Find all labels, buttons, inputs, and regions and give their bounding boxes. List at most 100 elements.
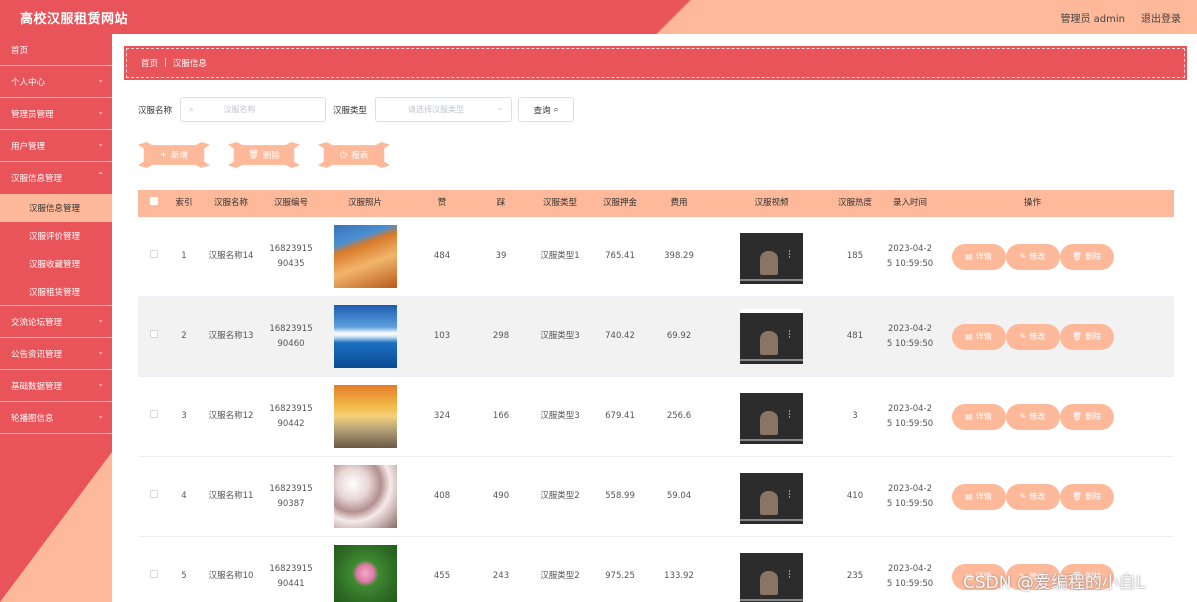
hanfu-photo [333, 385, 397, 448]
hanfu-photo [333, 465, 397, 528]
clock-icon: ◷ [339, 150, 348, 160]
sidebar-subitem-hanfu-rental[interactable]: 汉服租赁管理 [0, 278, 112, 306]
name-search-input[interactable]: ⌕ 汉服名称 [180, 97, 327, 122]
sidebar-subitem-hanfu-info[interactable]: 汉服信息管理 [0, 194, 112, 222]
pencil-icon: ✎ [1019, 412, 1027, 421]
edit-button[interactable]: ✎ 修改 [1007, 245, 1058, 268]
hanfu-video[interactable]: · · · [740, 229, 803, 284]
chevron-down-icon: ⌄ [97, 379, 104, 388]
plus-icon: + [159, 150, 168, 160]
col-time: 录入时间 [892, 198, 927, 208]
report-button[interactable]: ◷ 报表 [318, 142, 390, 168]
delete-button[interactable]: 🗑︎ 删除 [1061, 485, 1112, 508]
col-likes: 赞 [437, 198, 447, 208]
sidebar-item-admin[interactable]: 管理员管理 ⌄ [0, 98, 112, 130]
sidebar-item-news[interactable]: 公告资讯管理 ⌄ [0, 338, 112, 370]
delete-button[interactable]: 🗑︎ 删除 [1061, 405, 1112, 428]
document-icon: ▤ [965, 332, 973, 341]
col-name: 汉服名称 [213, 198, 248, 208]
col-type: 汉服类型 [542, 198, 577, 208]
detail-button[interactable]: ▤ 详情 [953, 485, 1004, 508]
row-checkbox[interactable] [150, 570, 158, 578]
trash-icon: 🗑︎ [1071, 252, 1083, 261]
chevron-down-icon: ⌄ [496, 103, 504, 112]
delete-button[interactable]: 🗑︎ 删除 [1061, 325, 1112, 348]
col-deposit: 汉服押金 [602, 198, 637, 208]
chevron-down-icon: ⌄ [97, 107, 104, 116]
sidebar: 首页 个人中心 ⌄ 管理员管理 ⌄ 用户管理 ⌄ 汉服信息管理 ⌃ 汉服信息管理 汉服评… [0, 34, 112, 602]
row-checkbox[interactable] [150, 250, 158, 258]
document-icon: ▤ [965, 412, 973, 421]
more-vertical-icon: · · · [788, 567, 791, 583]
col-heat: 汉服热度 [837, 198, 872, 208]
sidebar-item-users[interactable]: 用户管理 ⌄ [0, 130, 112, 162]
detail-button[interactable]: ▤ 详情 [953, 325, 1004, 348]
edit-button[interactable]: ✎ 修改 [1007, 485, 1058, 508]
detail-button[interactable]: ▤ 详情 [953, 405, 1004, 428]
pencil-icon: ✎ [1019, 492, 1027, 501]
edit-button[interactable]: ✎ 修改 [1007, 325, 1058, 348]
pencil-icon: ✎ [1019, 252, 1027, 261]
col-photo: 汉服照片 [347, 198, 382, 208]
more-vertical-icon: · · · [788, 327, 791, 343]
hanfu-photo [333, 225, 397, 288]
table-header: 索引 汉服名称 汉服编号 汉服照片 赞 踩 汉服类型 汉服押金 费用 汉服视频 … [138, 190, 1174, 217]
trash-icon: 🗑︎ [1071, 412, 1083, 421]
breadcrumb-home[interactable]: 首页 [141, 57, 158, 69]
sidebar-item-forum[interactable]: 交流论坛管理 ⌄ [0, 306, 112, 338]
sidebar-item-basedata[interactable]: 基础数据管理 ⌄ [0, 370, 112, 402]
document-icon: ▤ [965, 492, 973, 501]
table-row: 1 汉服名称14 16823915 90435 484 39 汉服类型1 765.… [138, 217, 1174, 297]
sidebar-item-hanfu[interactable]: 汉服信息管理 ⌃ [0, 162, 112, 194]
site-title: 高校汉服租赁网站 [20, 12, 129, 27]
row-checkbox[interactable] [150, 330, 158, 338]
chevron-down-icon: ⌄ [97, 315, 104, 324]
hanfu-video[interactable]: · · · [740, 389, 803, 444]
logout-link[interactable]: 退出登录 [1141, 10, 1181, 25]
edit-button[interactable]: ✎ 修改 [1007, 405, 1058, 428]
breadcrumb: 首页 | 汉服信息 [124, 46, 1187, 80]
detail-button[interactable]: ▤ 详情 [953, 245, 1004, 268]
hanfu-photo [333, 305, 397, 368]
chevron-down-icon: ⌄ [97, 347, 104, 356]
trash-icon: 🗑︎ [248, 150, 259, 160]
top-header: 高校汉服租赁网站 管理员 admin 退出登录 [0, 0, 1197, 34]
col-index: 索引 [175, 198, 193, 208]
more-vertical-icon: · · · [788, 487, 791, 503]
more-vertical-icon: · · · [788, 247, 791, 263]
table-row: 3 汉服名称12 16823915 90442 324 166 汉服类型3 679… [138, 377, 1174, 457]
chevron-down-icon: ⌄ [97, 411, 104, 420]
sidebar-item-carousel[interactable]: 轮播图信息 ⌄ [0, 402, 112, 434]
search-bar: 汉服名称 ⌕ 汉服名称 汉服类型 请选择汉服类型 ⌄ 查询 ⌕ [138, 97, 575, 122]
sidebar-item-home[interactable]: 首页 [0, 34, 112, 66]
add-button[interactable]: + 新增 [138, 142, 210, 168]
col-actions: 操作 [1023, 198, 1041, 208]
document-icon: ▤ [965, 252, 973, 261]
hanfu-video[interactable]: · · · [740, 309, 803, 364]
row-checkbox[interactable] [150, 410, 158, 418]
search-icon: ⌕ [553, 104, 559, 115]
type-select[interactable]: 请选择汉服类型 ⌄ [375, 97, 513, 122]
table-row: 4 汉服名称11 16823915 90387 408 490 汉服类型2 558… [138, 457, 1174, 537]
user-label: 管理员 admin [1060, 14, 1125, 25]
sidebar-subitem-hanfu-favorite[interactable]: 汉服收藏管理 [0, 250, 112, 278]
batch-delete-button[interactable]: 🗑︎ 删除 [228, 142, 300, 168]
sidebar-item-profile[interactable]: 个人中心 ⌄ [0, 66, 112, 98]
hanfu-video[interactable]: · · · [740, 549, 803, 602]
trash-icon: 🗑︎ [1071, 332, 1083, 341]
col-code: 汉服编号 [273, 198, 308, 208]
table-row: 2 汉服名称13 16823915 90460 103 298 汉服类型3 740… [138, 297, 1174, 377]
chevron-down-icon: ⌄ [97, 75, 104, 84]
delete-button[interactable]: 🗑︎ 删除 [1061, 245, 1112, 268]
query-button[interactable]: 查询 ⌕ [518, 97, 575, 122]
col-video: 汉服视频 [754, 198, 789, 208]
pencil-icon: ✎ [1019, 332, 1027, 341]
type-label: 汉服类型 [333, 105, 368, 116]
main-content: 首页 | 汉服信息 汉服名称 ⌕ 汉服名称 汉服类型 请选择汉服类型 ⌄ 查询 … [112, 34, 1197, 602]
chevron-down-icon: ⌄ [97, 139, 104, 148]
select-all-checkbox[interactable] [150, 197, 158, 205]
col-dislikes: 踩 [496, 198, 506, 208]
row-checkbox[interactable] [150, 490, 158, 498]
hanfu-video[interactable]: · · · [740, 469, 803, 524]
sidebar-subitem-hanfu-review[interactable]: 汉服评价管理 [0, 222, 112, 250]
